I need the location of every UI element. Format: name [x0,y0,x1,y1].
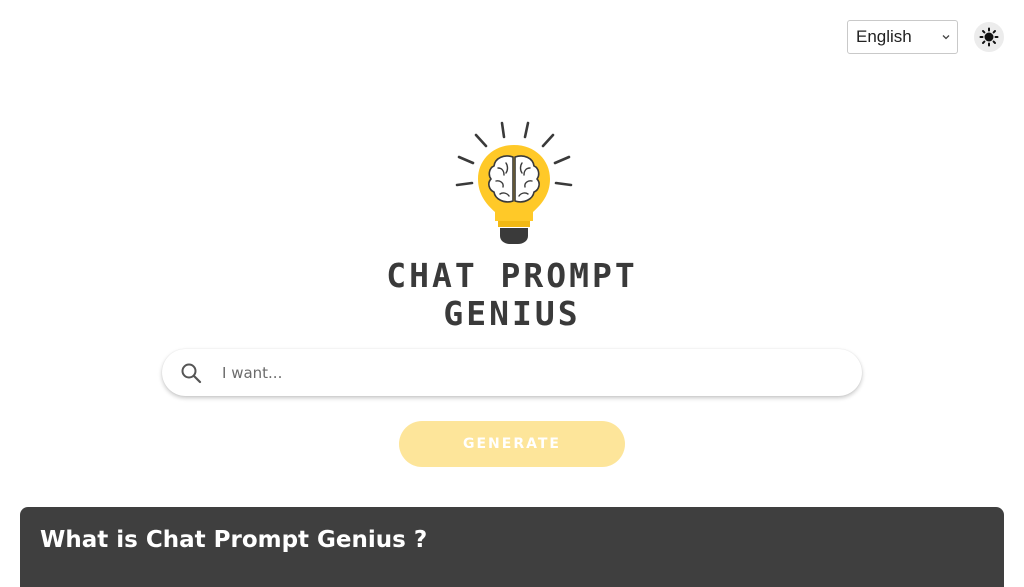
search-input[interactable] [220,358,844,388]
info-card: What is Chat Prompt Genius ? [20,507,1004,587]
theme-toggle-button[interactable] [974,22,1004,52]
sun-icon [979,27,999,47]
search-icon [181,363,202,384]
chevron-down-icon [942,35,950,40]
search-bar [162,349,862,396]
app-title-line1: CHAT PROMPT [386,256,638,295]
language-select[interactable]: English [847,20,958,54]
app-title-line2: GENIUS [443,294,581,333]
logo [452,118,576,248]
language-select-value: English [856,27,912,46]
info-title: What is Chat Prompt Genius ? [40,527,428,553]
lightbulb-brain-icon [455,121,573,244]
generate-button[interactable]: GENERATE [399,421,625,467]
